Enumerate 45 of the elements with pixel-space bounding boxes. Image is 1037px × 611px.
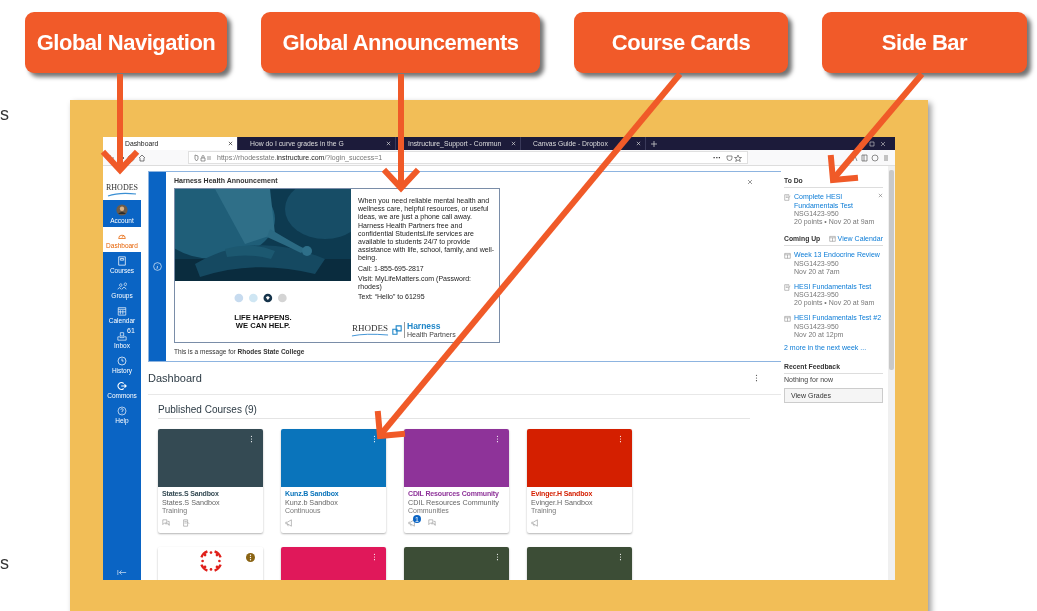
callout-label: Side Bar: [822, 12, 1027, 73]
callout-label: Course Cards: [574, 12, 788, 73]
people-icon: [117, 281, 127, 291]
megaphone-icon[interactable]: [408, 519, 416, 527]
kebab-icon[interactable]: [373, 435, 376, 443]
page-title: Dashboard: [148, 372, 202, 384]
book-icon: [117, 256, 127, 266]
quiz-icon: [784, 194, 791, 201]
scrollbar[interactable]: [888, 166, 895, 580]
callout-label: Global Navigation: [25, 12, 227, 73]
calendar-icon: [117, 306, 127, 316]
interlock-icon: [392, 325, 402, 335]
kebab-icon[interactable]: [496, 435, 499, 443]
college-logo-text: RHODES: [352, 323, 388, 333]
commons-icon: [117, 381, 127, 391]
cut-text: s: [0, 104, 9, 125]
kebab-icon[interactable]: [755, 374, 758, 382]
star-icon[interactable]: [725, 153, 743, 162]
inbox-icon: [117, 331, 127, 341]
calendar-icon: [784, 315, 791, 322]
kebab-icon[interactable]: [619, 553, 622, 561]
avatar-icon: [116, 204, 128, 216]
close-icon[interactable]: [228, 141, 233, 146]
cut-text: s: [0, 553, 9, 574]
calendar-icon: [828, 235, 836, 242]
swoosh-icon: [351, 333, 389, 337]
kebab-icon[interactable]: [496, 553, 499, 561]
quiz-icon: [784, 283, 791, 291]
kebab-icon[interactable]: [250, 435, 253, 443]
callout-label: Global Announcements: [261, 12, 540, 73]
help-icon: [117, 406, 127, 416]
calendar-icon: [784, 252, 791, 259]
kebab-icon[interactable]: [373, 553, 376, 561]
section-heading: Published Courses (9): [158, 404, 750, 419]
lock-icon: [193, 153, 213, 162]
partner-logo-text: Harness: [407, 322, 442, 331]
info-icon: [153, 262, 162, 271]
dot-ring-icon: [198, 549, 223, 573]
kebab-icon[interactable]: [246, 553, 255, 562]
kebab-icon[interactable]: [619, 435, 622, 443]
clock-icon: [117, 356, 127, 366]
plus-icon[interactable]: [650, 139, 658, 148]
collapse-icon[interactable]: [117, 569, 127, 576]
swoosh-icon: [107, 192, 137, 197]
menu-dots[interactable]: ···: [713, 153, 721, 162]
